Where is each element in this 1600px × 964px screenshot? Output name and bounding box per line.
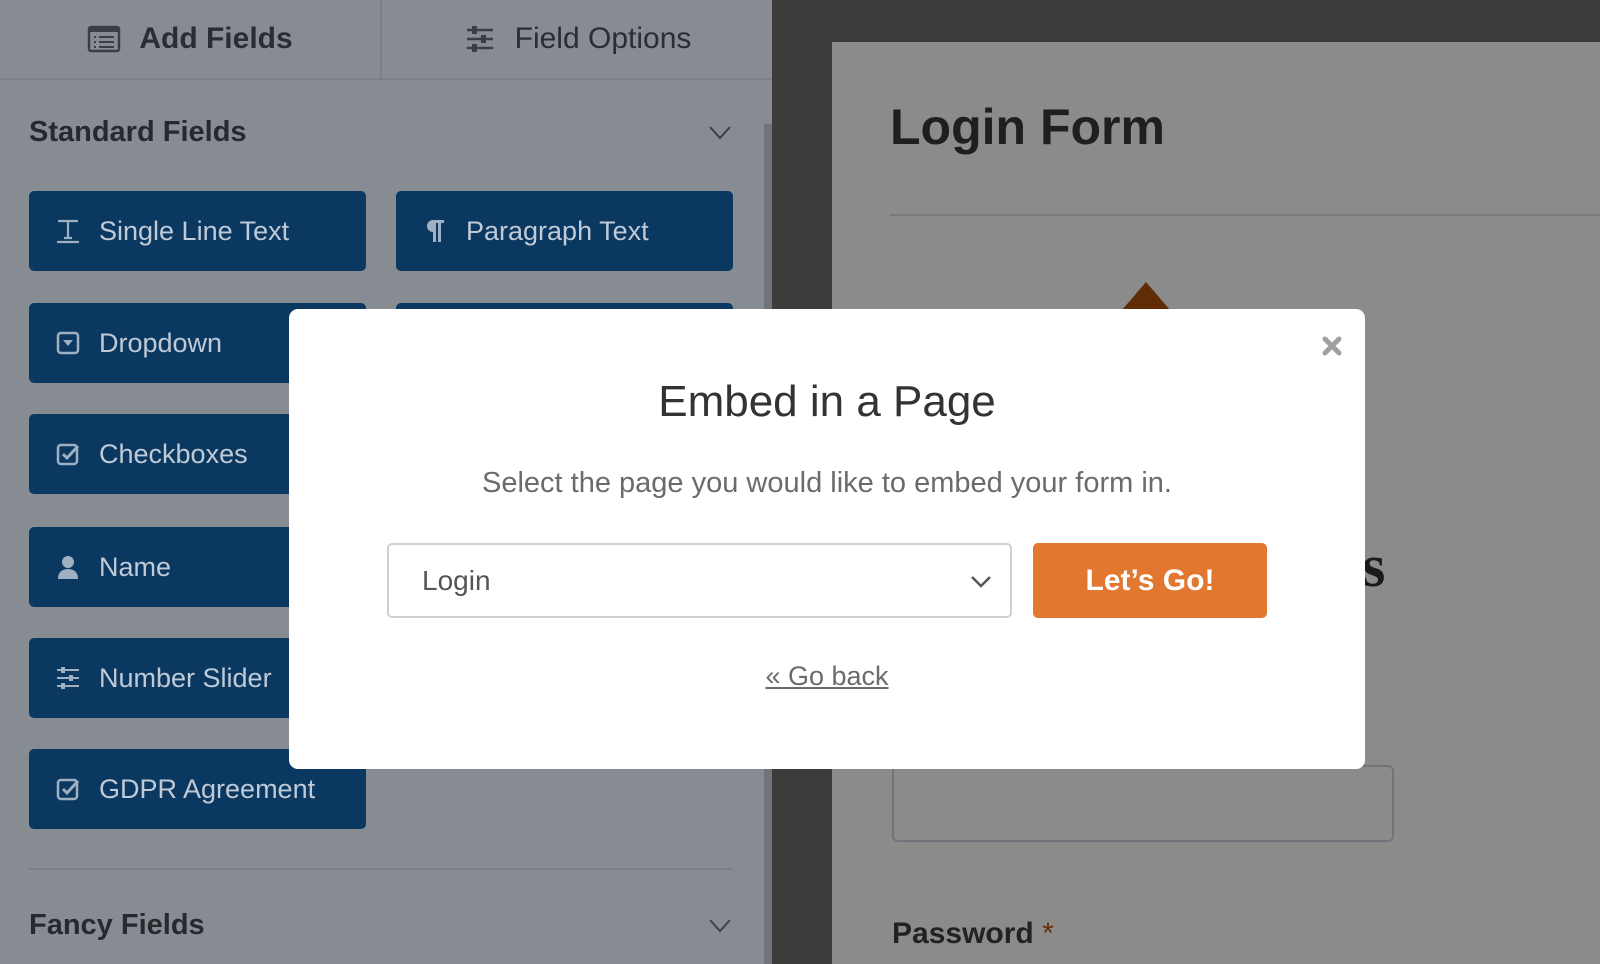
partial-text: s bbox=[1362, 533, 1386, 599]
field-button-label: Single Line Text bbox=[99, 215, 290, 246]
page-select[interactable]: Login bbox=[387, 543, 1012, 618]
user-icon bbox=[55, 554, 81, 580]
field-button-label: Dropdown bbox=[99, 327, 223, 358]
checkbox-icon bbox=[55, 776, 81, 802]
username-input[interactable] bbox=[892, 765, 1394, 842]
paragraph-icon bbox=[422, 218, 448, 244]
field-button-label: Number Slider bbox=[99, 662, 272, 693]
checkbox-icon bbox=[55, 441, 81, 467]
embed-modal: Embed in a Page Select the page you woul… bbox=[289, 309, 1365, 769]
logo-triangle bbox=[1122, 282, 1170, 310]
chevron-down-icon[interactable] bbox=[709, 919, 731, 933]
tab-label: Add Fields bbox=[139, 22, 293, 55]
standard-fields-heading: Standard Fields bbox=[29, 116, 247, 148]
chevron-down-icon bbox=[971, 576, 991, 588]
chevron-down-icon[interactable] bbox=[709, 126, 731, 140]
go-back-link[interactable]: « Go back bbox=[289, 661, 1365, 692]
preview-top-bar bbox=[832, 0, 1600, 42]
tab-field-options[interactable]: Field Options bbox=[382, 0, 772, 80]
field-button-label: GDPR Agreement bbox=[99, 773, 316, 804]
dropdown-icon bbox=[55, 330, 81, 356]
modal-subtitle: Select the page you would like to embed … bbox=[482, 467, 1172, 499]
password-label: Password * bbox=[892, 917, 1054, 950]
text-icon bbox=[55, 218, 81, 244]
divider bbox=[890, 214, 1600, 216]
field-button-label: Checkboxes bbox=[99, 438, 248, 469]
modal-title: Embed in a Page bbox=[658, 377, 996, 426]
divider bbox=[29, 868, 733, 870]
field-button-single-line-text[interactable]: Single Line Text bbox=[29, 191, 366, 271]
fancy-fields-heading: Fancy Fields bbox=[29, 909, 205, 941]
field-button-paragraph-text[interactable]: Paragraph Text bbox=[396, 191, 733, 271]
tab-label: Field Options bbox=[514, 22, 692, 55]
field-button-label: Name bbox=[99, 551, 172, 582]
lets-go-button[interactable]: Let’s Go! bbox=[1033, 543, 1267, 618]
tab-add-fields[interactable]: Add Fields bbox=[0, 0, 382, 80]
form-title: Login Form bbox=[890, 99, 1165, 155]
close-icon[interactable] bbox=[1321, 335, 1343, 357]
page-select-value: Login bbox=[422, 564, 491, 596]
sliders-icon bbox=[466, 26, 493, 52]
field-button-label: Paragraph Text bbox=[466, 215, 649, 246]
sliders-icon bbox=[55, 665, 81, 691]
go-back-link-text[interactable]: « Go back bbox=[765, 661, 888, 691]
list-icon bbox=[88, 25, 121, 53]
